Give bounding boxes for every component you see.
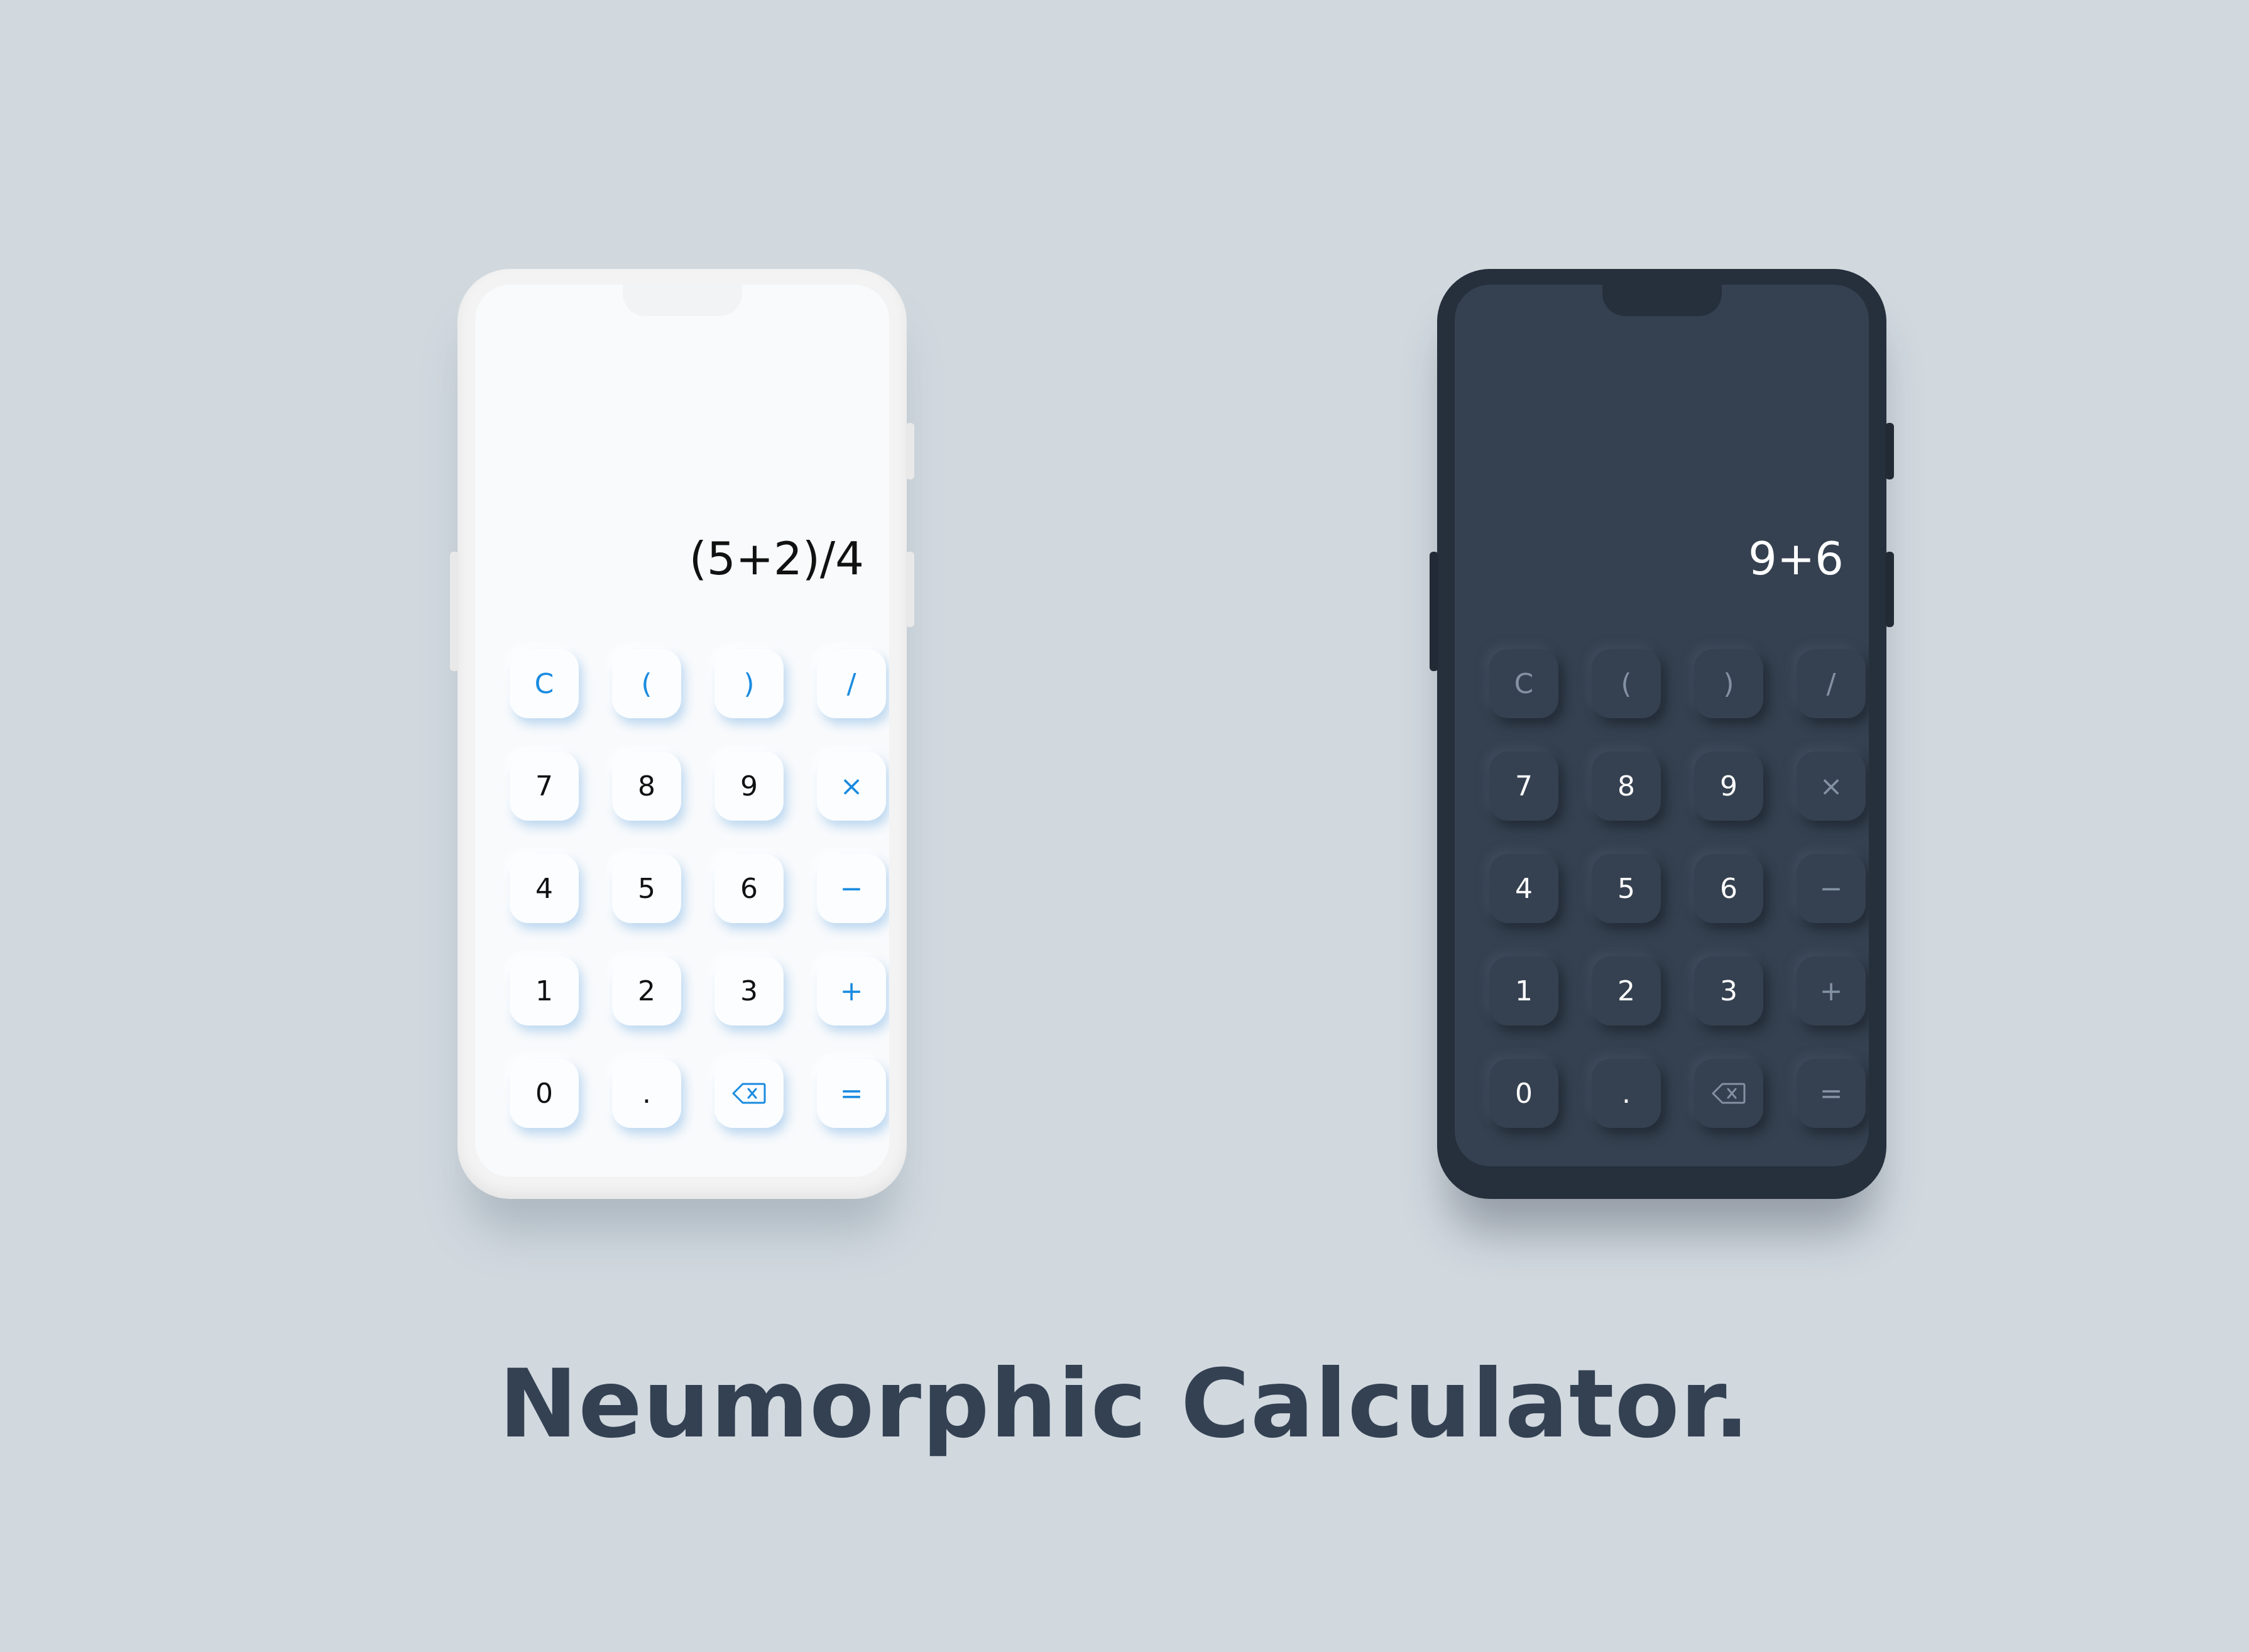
- backspace-icon: [732, 1083, 766, 1104]
- page-title: Neumorphic Calculator.: [498, 1350, 1751, 1459]
- phone-notch: [1602, 285, 1722, 316]
- close-paren-button[interactable]: ): [1694, 649, 1763, 718]
- divide-button[interactable]: /: [817, 649, 886, 718]
- expression-display: 9+6: [1748, 532, 1844, 585]
- digit-9-button[interactable]: 9: [714, 752, 784, 821]
- light-calculator-screen: (5+2)/4 C ( ) / 7 8 9 × 4 5 6 − 1 2 3 + …: [475, 285, 889, 1177]
- digit-8-button[interactable]: 8: [612, 752, 681, 821]
- decimal-button[interactable]: .: [612, 1059, 681, 1128]
- subtract-button[interactable]: −: [817, 854, 886, 923]
- dark-phone: 9+6 C ( ) / 7 8 9 × 4 5 6 − 1 2 3 + 0 .: [1430, 269, 1894, 1199]
- digit-1-button[interactable]: 1: [510, 956, 579, 1026]
- digit-9-button[interactable]: 9: [1694, 752, 1763, 821]
- expression-display: (5+2)/4: [689, 532, 864, 585]
- backspace-button[interactable]: [714, 1059, 784, 1128]
- backspace-icon: [1712, 1083, 1746, 1104]
- open-paren-button[interactable]: (: [612, 649, 681, 718]
- phone-side-button: [1430, 552, 1438, 671]
- digit-6-button[interactable]: 6: [714, 854, 784, 923]
- digit-6-button[interactable]: 6: [1694, 854, 1763, 923]
- phone-notch: [622, 285, 742, 316]
- digit-5-button[interactable]: 5: [612, 854, 681, 923]
- multiply-button[interactable]: ×: [1797, 752, 1866, 821]
- light-phone: (5+2)/4 C ( ) / 7 8 9 × 4 5 6 − 1 2 3 + …: [450, 269, 914, 1199]
- decimal-button[interactable]: .: [1592, 1059, 1661, 1128]
- digit-0-button[interactable]: 0: [510, 1059, 579, 1128]
- close-paren-button[interactable]: ): [714, 649, 784, 718]
- digit-5-button[interactable]: 5: [1592, 854, 1661, 923]
- phone-side-button: [1885, 423, 1894, 479]
- open-paren-button[interactable]: (: [1592, 649, 1661, 718]
- digit-4-button[interactable]: 4: [510, 854, 579, 923]
- dark-calculator-screen: 9+6 C ( ) / 7 8 9 × 4 5 6 − 1 2 3 + 0 .: [1455, 285, 1869, 1166]
- clear-button[interactable]: C: [510, 649, 579, 718]
- multiply-button[interactable]: ×: [817, 752, 886, 821]
- backspace-button[interactable]: [1694, 1059, 1763, 1128]
- equals-button[interactable]: =: [817, 1059, 886, 1128]
- digit-0-button[interactable]: 0: [1489, 1059, 1558, 1128]
- digit-2-button[interactable]: 2: [612, 956, 681, 1026]
- equals-button[interactable]: =: [1797, 1059, 1866, 1128]
- clear-button[interactable]: C: [1489, 649, 1558, 718]
- subtract-button[interactable]: −: [1797, 854, 1866, 923]
- phone-side-button: [906, 423, 914, 479]
- digit-7-button[interactable]: 7: [1489, 752, 1558, 821]
- digit-4-button[interactable]: 4: [1489, 854, 1558, 923]
- digit-7-button[interactable]: 7: [510, 752, 579, 821]
- phone-side-button: [450, 552, 459, 671]
- digit-2-button[interactable]: 2: [1592, 956, 1661, 1026]
- add-button[interactable]: +: [1797, 956, 1866, 1026]
- digit-3-button[interactable]: 3: [714, 956, 784, 1026]
- digit-3-button[interactable]: 3: [1694, 956, 1763, 1026]
- digit-8-button[interactable]: 8: [1592, 752, 1661, 821]
- digit-1-button[interactable]: 1: [1489, 956, 1558, 1026]
- phone-side-button: [906, 552, 914, 627]
- divide-button[interactable]: /: [1797, 649, 1866, 718]
- phone-side-button: [1885, 552, 1894, 627]
- add-button[interactable]: +: [817, 956, 886, 1026]
